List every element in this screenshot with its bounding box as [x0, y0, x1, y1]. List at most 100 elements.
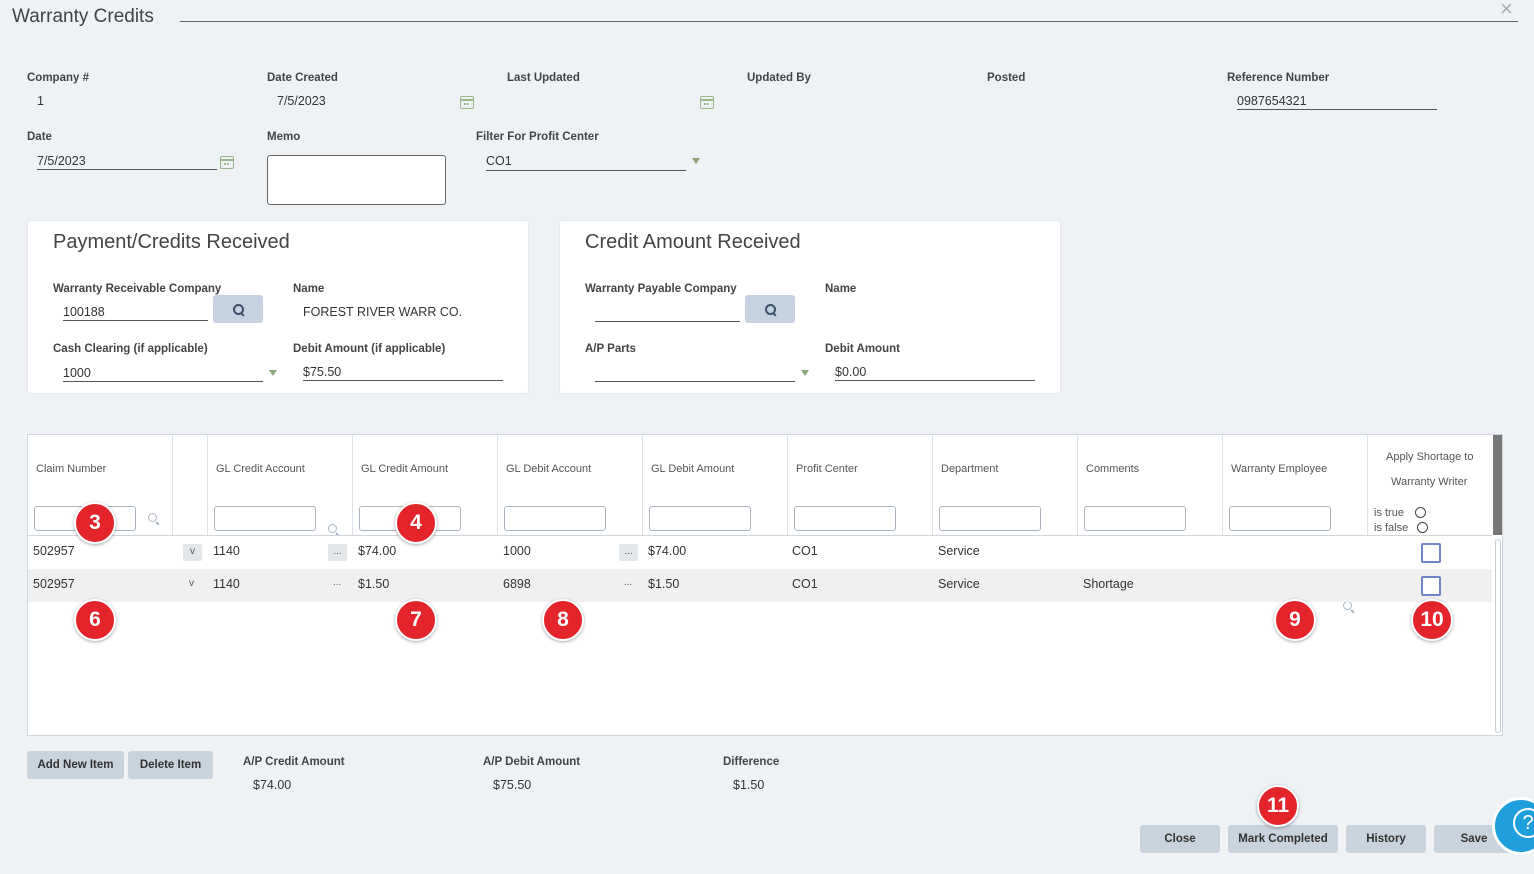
- date-underline: [37, 169, 217, 170]
- payment-debit-underline: [303, 380, 503, 381]
- gl-debit-amount-filter-input[interactable]: [649, 506, 751, 531]
- date-created-label: Date Created: [267, 72, 338, 84]
- gl-debit-lookup-button[interactable]: ...: [619, 544, 638, 561]
- gl-credit-account-filter-input[interactable]: [214, 506, 316, 531]
- search-icon[interactable]: [148, 513, 159, 524]
- filter-underline: [486, 170, 686, 171]
- comments-cell: Shortage: [1083, 577, 1134, 591]
- payment-debit-amount-input[interactable]: $75.50: [303, 365, 341, 379]
- gl-debit-amount-cell: $74.00: [648, 544, 687, 558]
- date-input[interactable]: 7/5/2023: [37, 154, 86, 168]
- profit-center-cell: CO1: [792, 544, 818, 558]
- column-label: Department: [941, 463, 999, 475]
- claim-number-cell: 502957: [33, 577, 75, 591]
- gl-credit-amount-cell: $1.50: [358, 577, 390, 591]
- column-label: GL Credit Amount: [361, 463, 449, 475]
- profit-center-filter-input[interactable]: [794, 506, 896, 531]
- date-calendar-icon[interactable]: [220, 156, 234, 169]
- memo-label: Memo: [267, 131, 301, 143]
- receivable-underline: [63, 320, 208, 321]
- close-window-icon[interactable]: ×: [1500, 0, 1513, 22]
- credit-panel-title: Credit Amount Received: [585, 231, 801, 253]
- column-label: GL Debit Account: [506, 463, 592, 475]
- updated-by-label: Updated By: [747, 72, 811, 84]
- ap-parts-underline: [595, 381, 795, 382]
- ap-credit-amount-value: $74.00: [253, 778, 292, 792]
- gl-debit-account-cell: 6898: [503, 577, 531, 591]
- difference-label: Difference: [723, 756, 780, 768]
- gl-credit-account-cell: 1140: [213, 577, 240, 591]
- is-false-radio[interactable]: [1417, 522, 1428, 533]
- payment-name-value: FOREST RIVER WARR CO.: [303, 305, 463, 319]
- row-menu-button[interactable]: v: [189, 578, 194, 589]
- comments-filter-input[interactable]: [1084, 506, 1186, 531]
- company-label: Company #: [27, 72, 89, 84]
- gl-debit-amount-cell: $1.50: [648, 577, 680, 591]
- gl-credit-lookup-button[interactable]: ...: [328, 544, 347, 561]
- column-header-menu: [173, 435, 208, 535]
- cash-clearing-label: Cash Clearing (if applicable): [53, 343, 208, 355]
- date-created-calendar-icon[interactable]: [460, 96, 474, 109]
- column-label: Profit Center: [796, 463, 858, 475]
- mark-completed-button[interactable]: Mark Completed: [1228, 825, 1338, 853]
- receivable-company-search-button[interactable]: [213, 295, 263, 323]
- is-true-radio[interactable]: [1415, 507, 1426, 518]
- search-icon: [764, 303, 776, 315]
- warranty-employee-filter-input[interactable]: [1229, 506, 1331, 531]
- chevron-down-icon[interactable]: [801, 370, 809, 376]
- filter-profit-center-select[interactable]: CO1: [486, 154, 512, 168]
- apply-shortage-checkbox[interactable]: [1421, 576, 1441, 596]
- annotation-badge: 9: [1274, 599, 1316, 641]
- reference-number-label: Reference Number: [1227, 72, 1330, 84]
- search-icon[interactable]: [1343, 601, 1354, 612]
- is-true-label: is true: [1374, 507, 1404, 519]
- annotation-badge: 11: [1257, 785, 1299, 827]
- posted-label: Posted: [987, 72, 1026, 84]
- cash-clearing-select[interactable]: 1000: [63, 366, 91, 380]
- annotation-badge: 4: [395, 502, 437, 544]
- ap-debit-amount-label: A/P Debit Amount: [483, 756, 581, 768]
- receivable-company-input[interactable]: 100188: [63, 305, 105, 319]
- profit-center-cell: CO1: [792, 577, 818, 591]
- reference-number-underline: [1237, 109, 1437, 110]
- department-cell: Service: [938, 544, 980, 558]
- close-button[interactable]: Close: [1140, 825, 1220, 853]
- credit-debit-underline: [835, 380, 1035, 381]
- gl-credit-amount-cell: $74.00: [358, 544, 397, 558]
- gl-debit-account-filter-input[interactable]: [504, 506, 606, 531]
- payable-company-search-button[interactable]: [745, 295, 795, 323]
- ap-credit-amount-label: A/P Credit Amount: [243, 756, 345, 768]
- claim-number-cell: 502957: [33, 544, 75, 558]
- table-row[interactable]: 502957 v 1140 ... $1.50 6898 ... $1.50 C…: [28, 569, 1492, 602]
- last-updated-calendar-icon[interactable]: [700, 96, 714, 109]
- column-label: Claim Number: [36, 463, 107, 475]
- chevron-down-icon[interactable]: [692, 158, 700, 164]
- ap-debit-amount-value: $75.50: [493, 778, 532, 792]
- grid-scrollbar-track[interactable]: [1495, 539, 1501, 733]
- apply-shortage-checkbox[interactable]: [1421, 543, 1441, 563]
- ap-parts-label: A/P Parts: [585, 343, 636, 355]
- reference-number-input[interactable]: 0987654321: [1237, 94, 1307, 108]
- row-menu-button[interactable]: v: [183, 544, 202, 561]
- search-icon[interactable]: [328, 524, 339, 535]
- delete-item-button[interactable]: Delete Item: [128, 751, 213, 779]
- annotation-badge: 10: [1411, 599, 1453, 641]
- column-label: Comments: [1086, 463, 1140, 475]
- gl-debit-lookup-button[interactable]: ...: [624, 577, 632, 588]
- difference-value: $1.50: [733, 778, 765, 792]
- header-scrollbar[interactable]: [1493, 435, 1502, 535]
- table-row[interactable]: 502957 v 1140 ... $74.00 1000 ... $74.00…: [28, 536, 1492, 569]
- credit-name-label: Name: [825, 283, 857, 295]
- add-new-item-button[interactable]: Add New Item: [27, 751, 124, 779]
- memo-textarea[interactable]: [267, 155, 446, 205]
- payable-underline: [595, 321, 740, 322]
- search-icon: [232, 303, 244, 315]
- chevron-down-icon[interactable]: [269, 370, 277, 376]
- last-updated-label: Last Updated: [507, 72, 580, 84]
- gl-credit-lookup-button[interactable]: ...: [333, 577, 341, 588]
- department-filter-input[interactable]: [939, 506, 1041, 531]
- history-button[interactable]: History: [1346, 825, 1426, 853]
- annotation-badge: 8: [542, 599, 584, 641]
- filter-profit-center-label: Filter For Profit Center: [476, 131, 599, 143]
- credit-debit-amount-input[interactable]: $0.00: [835, 365, 866, 379]
